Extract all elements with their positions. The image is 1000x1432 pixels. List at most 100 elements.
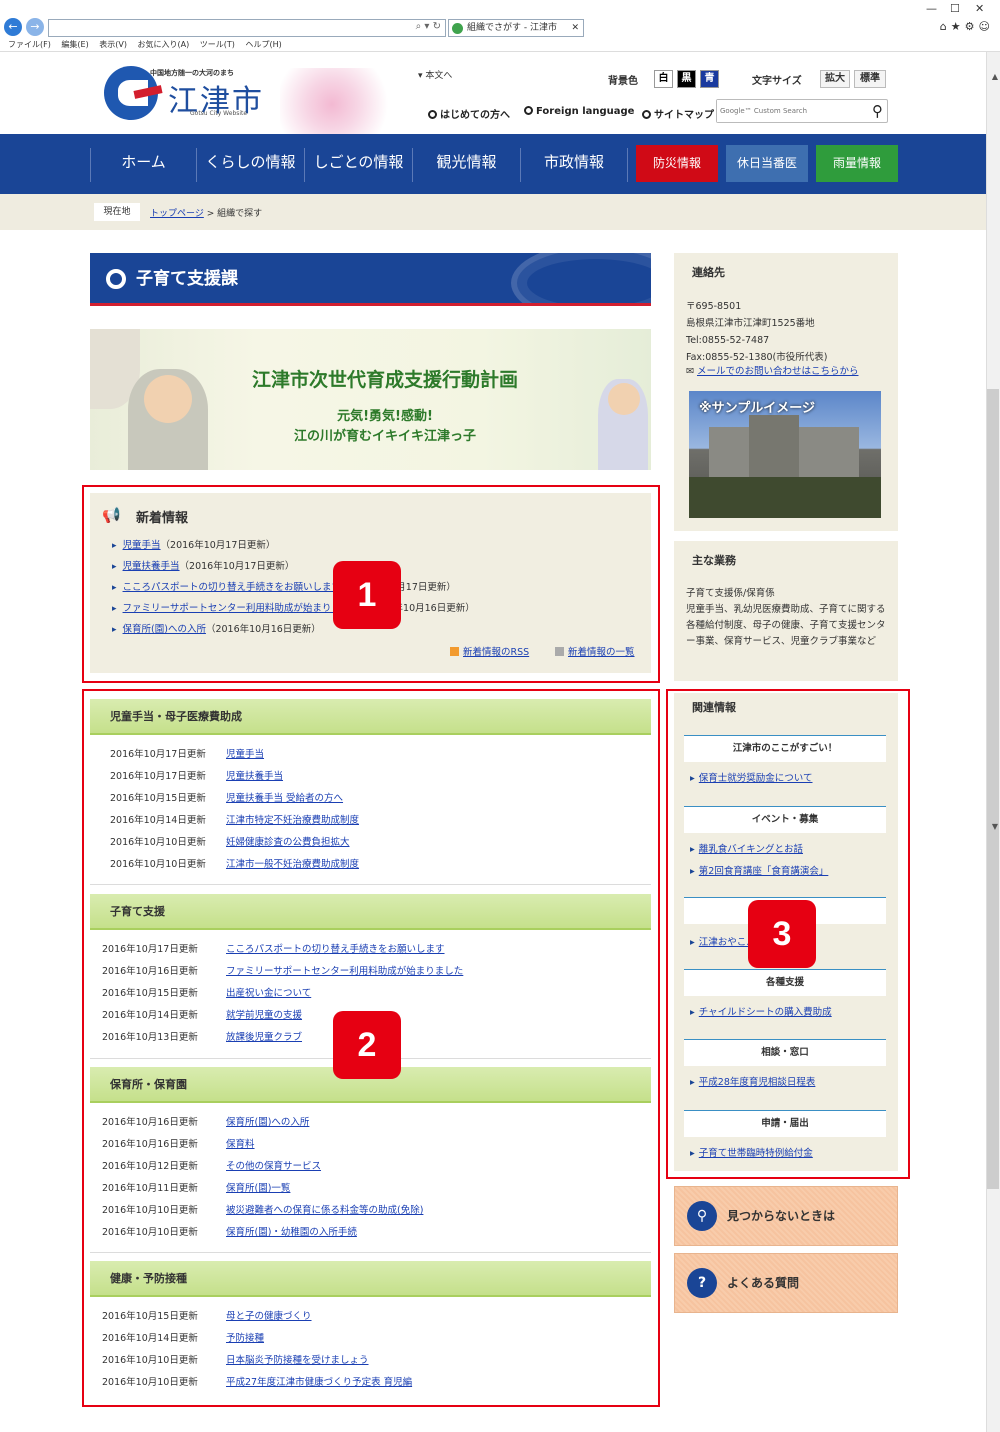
menu-file[interactable]: ファイル(F): [8, 38, 51, 51]
not-found-label: 見つからないときは: [727, 1209, 836, 1223]
main-nav: ホーム くらしの情報 しごとの情報 観光情報 市政情報 防災情報 休日当番医 雨…: [0, 134, 986, 194]
city-hall-photo: ※サンプルイメージ: [689, 391, 881, 518]
postal-code: 〒695-8501: [686, 301, 742, 312]
nav-disaster-button[interactable]: 防災情報: [636, 145, 718, 182]
flower-decoration: [280, 68, 410, 134]
menu-favorites[interactable]: お気に入り(A): [138, 38, 190, 51]
circle-icon: [642, 110, 651, 119]
refresh-icon[interactable]: ⌕ ▾ ↻: [416, 21, 441, 32]
bg-white-button[interactable]: 白: [654, 70, 673, 88]
wave-decoration: [511, 253, 651, 303]
breadcrumb-current: > 組織で探す: [203, 209, 263, 219]
mail-link[interactable]: メールでのお問い合わせはこちらから: [697, 366, 859, 377]
breadcrumb-top-link[interactable]: トップページ: [150, 209, 204, 219]
menu-help[interactable]: ヘルプ(H): [245, 38, 281, 51]
duties-text: 子育て支援係/保育係 児童手当、乳幼児医療費助成、子育てに関する各種給付制度、母…: [686, 586, 891, 650]
scroll-thumb[interactable]: [987, 389, 999, 1189]
favicon-icon: [452, 23, 463, 34]
page-title: 子育て支援課: [90, 253, 651, 306]
skip-to-content-link[interactable]: ▾ 本文へ: [418, 68, 452, 81]
address-line: 島根県江津市江津町1525番地: [686, 318, 815, 329]
magnifier-icon: ⚲: [687, 1201, 717, 1231]
duties-line-1: 子育て支援係/保育係: [686, 588, 775, 599]
minimize-icon[interactable]: —: [926, 2, 937, 15]
contact-box: 連絡先 〒695-8501 島根県江津市江津町1525番地 Tel:0855-5…: [674, 253, 898, 531]
mail-icon: ✉: [686, 366, 697, 377]
not-found-button[interactable]: ⚲ 見つからないときは: [674, 1186, 898, 1246]
font-larger-button[interactable]: 拡大: [820, 70, 850, 88]
skip-link-label: 本文へ: [425, 71, 453, 81]
scroll-down-icon[interactable]: ▼: [992, 822, 998, 831]
foreign-language-label: Foreign language: [536, 106, 635, 117]
background-color-label: 背景色: [608, 76, 638, 87]
tel-line: Tel:0855-52-7487: [686, 335, 770, 346]
tab-close-icon[interactable]: ✕: [571, 20, 579, 36]
tab-title: 組織でさがす - 江津市: [467, 23, 557, 33]
nav-work[interactable]: しごとの情報: [304, 148, 412, 182]
beginners-label: はじめての方へ: [440, 110, 510, 121]
star-icon[interactable]: ★: [951, 20, 965, 33]
search-input[interactable]: [717, 100, 857, 122]
contact-heading: 連絡先: [692, 266, 725, 279]
scroll-up-icon[interactable]: ▲: [992, 72, 998, 81]
nav-living[interactable]: くらしの情報: [196, 148, 304, 182]
breadcrumb-here-label: 現在地: [94, 203, 140, 221]
page-title-text: 子育て支援課: [136, 269, 238, 289]
bg-blue-button[interactable]: 青: [700, 70, 719, 88]
question-icon: ?: [687, 1268, 717, 1298]
nav-holiday-doctor-button[interactable]: 休日当番医: [726, 145, 808, 182]
duties-heading: 主な業務: [692, 554, 736, 567]
maximize-icon[interactable]: ☐: [950, 2, 960, 15]
faq-label: よくある質問: [727, 1276, 800, 1290]
beginners-link[interactable]: はじめての方へ: [428, 106, 510, 121]
duties-box: 主な業務 子育て支援係/保育係 児童手当、乳幼児医療費助成、子育てに関する各種給…: [674, 541, 898, 681]
banner-subtitle-2: 江の川が育むイキイキ江津っ子: [293, 429, 476, 444]
nav-city-admin[interactable]: 市政情報: [520, 148, 628, 182]
plan-banner[interactable]: 江津市次世代育成支援行動計画 元気!勇気!感動! 江の川が育むイキイキ江津っ子: [90, 329, 651, 470]
address-bar[interactable]: ⌕ ▾ ↻: [48, 19, 446, 37]
menu-view[interactable]: 表示(V): [99, 38, 127, 51]
sitemap-link[interactable]: サイトマップ: [642, 106, 714, 121]
home-icon[interactable]: ⌂: [940, 20, 951, 33]
photo-caption: ※サンプルイメージ: [699, 401, 815, 416]
banner-child-figure: [128, 369, 208, 470]
gear-icon[interactable]: ⚙: [965, 20, 979, 33]
annotation-badge-1: 1: [333, 561, 401, 629]
annotation-badge-2: 2: [333, 1011, 401, 1079]
vertical-scrollbar[interactable]: ▲ ▼: [986, 52, 1000, 1432]
font-standard-button[interactable]: 標準: [854, 70, 886, 88]
nav-tourism[interactable]: 観光情報: [412, 148, 520, 182]
nav-rainfall-button[interactable]: 雨量情報: [816, 145, 898, 182]
circle-icon: [428, 110, 437, 119]
annotation-badge-3: 3: [748, 900, 816, 968]
site-search: ⚲: [716, 99, 888, 123]
close-icon[interactable]: ✕: [975, 2, 984, 15]
menu-tools[interactable]: ツール(T): [200, 38, 235, 51]
banner-subtitle-1: 元気!勇気!感動!: [337, 409, 433, 424]
site-name-en: Gotsu City Website: [190, 110, 248, 117]
foreign-language-link[interactable]: Foreign language: [524, 106, 634, 117]
smiley-icon[interactable]: ☺: [979, 20, 994, 33]
menu-edit[interactable]: 編集(E): [61, 38, 88, 51]
bg-black-button[interactable]: 黒: [677, 70, 696, 88]
browser-tab[interactable]: 組織でさがす - 江津市 ✕: [448, 19, 584, 37]
duties-line-2: 児童手当、乳幼児医療費助成、子育てに関する各種給付制度、母子の健康、子育て支援セ…: [686, 604, 886, 647]
title-bar: — ☐ ✕: [0, 0, 1000, 18]
mail-link-wrap: ✉ メールでのお問い合わせはこちらから: [686, 363, 859, 377]
toolbar-icons[interactable]: ⌂★⚙☺: [940, 20, 994, 33]
banner-title: 江津市次世代育成支援行動計画: [251, 369, 518, 391]
contact-address: 〒695-8501 島根県江津市江津町1525番地 Tel:0855-52-74…: [686, 298, 827, 366]
banner-girl-figure: [598, 379, 648, 470]
circle-icon: [524, 106, 533, 115]
breadcrumb: 現在地 トップページ > 組織で探す: [0, 194, 986, 230]
faq-button[interactable]: ? よくある質問: [674, 1253, 898, 1313]
search-icon[interactable]: ⚲: [872, 102, 883, 120]
nav-home[interactable]: ホーム: [90, 148, 196, 182]
menu-bar: ファイル(F) 編集(E) 表示(V) お気に入り(A) ツール(T) ヘルプ(…: [0, 38, 1000, 52]
forward-icon[interactable]: →: [26, 18, 44, 36]
font-size-label: 文字サイズ: [752, 76, 802, 87]
back-icon[interactable]: ←: [4, 18, 22, 36]
browser-chrome: — ☐ ✕ ← → ⌕ ▾ ↻ 組織でさがす - 江津市 ✕ ⌂★⚙☺ ファイル…: [0, 0, 1000, 52]
sitemap-label: サイトマップ: [654, 110, 714, 121]
circle-icon: [106, 269, 126, 289]
